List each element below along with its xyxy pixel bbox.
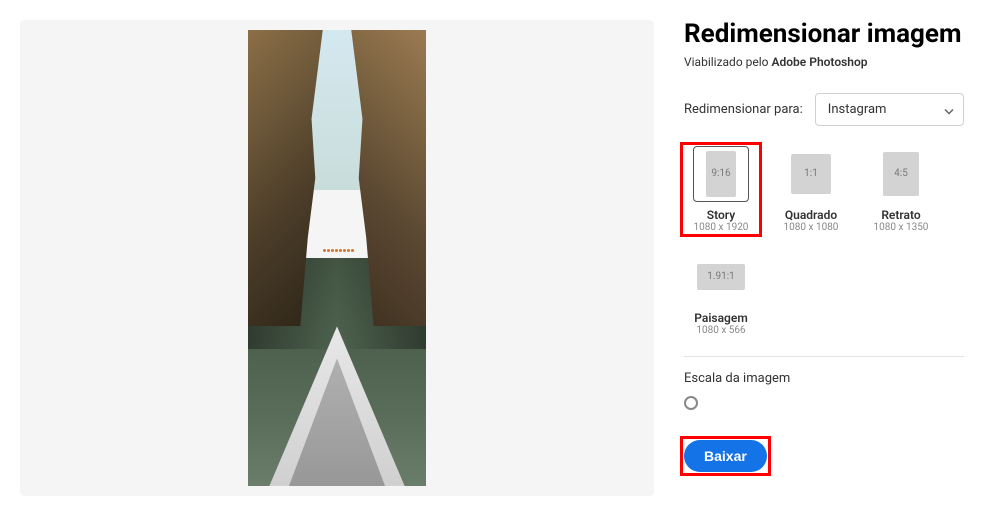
- aspect-ratio-shape: 1.91:1: [697, 264, 745, 290]
- download-button[interactable]: Baixar: [684, 440, 767, 472]
- page-subtitle: Viabilizado pelo Adobe Photoshop: [684, 55, 964, 69]
- preset-box: 1.91:1: [693, 249, 749, 305]
- preset-box: 4:5: [873, 146, 929, 202]
- preset-retrato[interactable]: 4:5 Retrato1080 x 1350: [864, 146, 938, 233]
- sidebar-controls: Redimensionar imagem Viabilizado pelo Ad…: [684, 20, 964, 496]
- aspect-ratio-shape: 1:1: [791, 154, 831, 194]
- preview-image: [248, 30, 426, 486]
- preset-paisagem[interactable]: 1.91:1 Paisagem1080 x 566: [684, 249, 758, 336]
- scale-section: Escala da imagem: [684, 356, 964, 410]
- preset-story[interactable]: 9:16 Story1080 x 1920: [684, 146, 758, 233]
- preset-label: Paisagem: [694, 311, 748, 325]
- subtitle-prefix: Viabilizado pelo: [684, 55, 772, 69]
- platform-select-wrapper[interactable]: Instagram: [815, 93, 964, 126]
- image-preview-panel: [20, 20, 654, 496]
- resize-row: Redimensionar para: Instagram: [684, 93, 964, 126]
- aspect-ratio-shape: 9:16: [706, 151, 736, 197]
- preset-dimensions: 1080 x 1350: [874, 222, 929, 233]
- aspect-ratio-shape: 4:5: [883, 152, 919, 196]
- preset-box: 1:1: [783, 146, 839, 202]
- preset-label: Quadrado: [785, 208, 837, 222]
- page-title: Redimensionar imagem: [684, 20, 964, 49]
- preset-label: Story: [707, 208, 735, 222]
- preset-quadrado[interactable]: 1:1 Quadrado1080 x 1080: [774, 146, 848, 233]
- subtitle-brand: Adobe Photoshop: [772, 55, 868, 69]
- download-wrapper: Baixar: [684, 440, 767, 472]
- platform-select[interactable]: Instagram: [815, 93, 964, 126]
- scale-radio[interactable]: [684, 396, 698, 410]
- preset-box: 9:16: [693, 146, 749, 202]
- presets-grid: 9:16 Story1080 x 1920 1:1 Quadrado1080 x 10…: [684, 146, 964, 336]
- scale-label: Escala da imagem: [684, 371, 964, 386]
- preset-dimensions: 1080 x 1920: [694, 222, 749, 233]
- preset-label: Retrato: [881, 208, 920, 222]
- preset-dimensions: 1080 x 1080: [784, 222, 839, 233]
- resize-label: Redimensionar para:: [684, 102, 803, 117]
- preset-dimensions: 1080 x 566: [696, 325, 745, 336]
